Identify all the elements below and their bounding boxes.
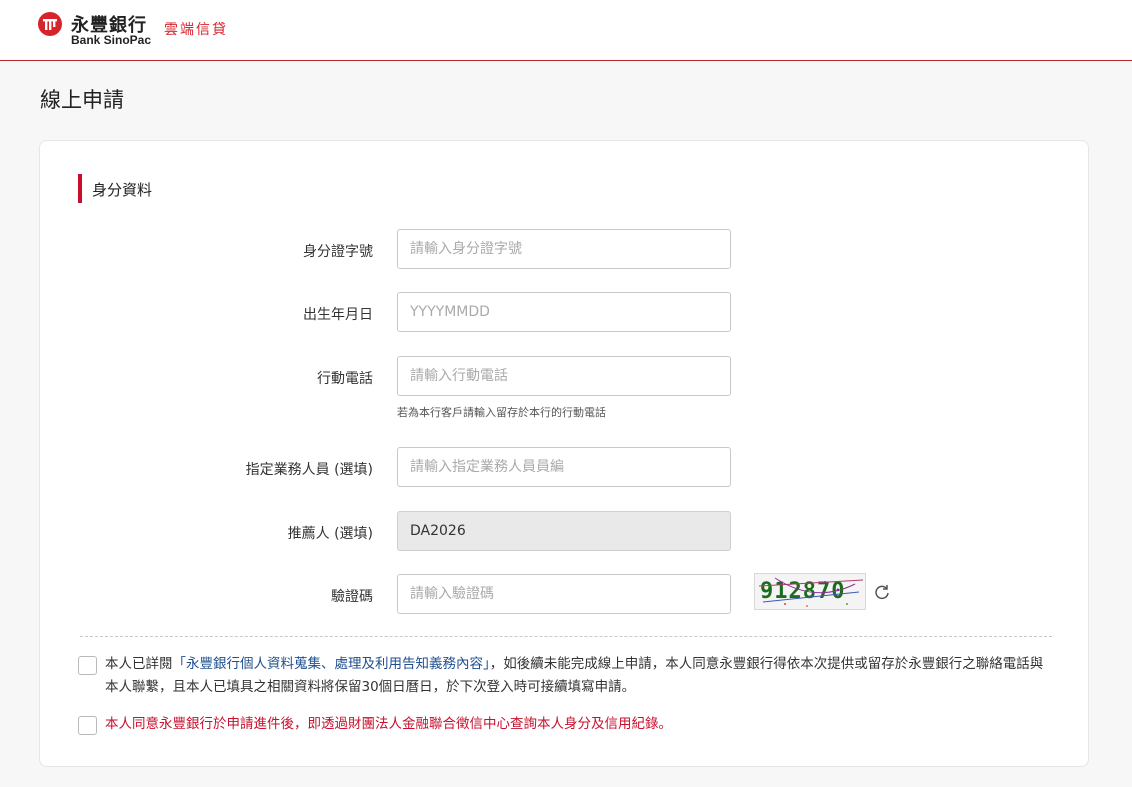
mobile-input[interactable] <box>397 356 731 396</box>
credit-check-consent-checkbox[interactable] <box>78 716 97 735</box>
captcha-image: 912870 <box>754 573 866 610</box>
captcha-input[interactable] <box>397 574 731 614</box>
application-form-card: 身分資料 身分證字號 出生年月日 行動電話 若為本行客戶請輸入留存於本行的行動電… <box>39 140 1089 767</box>
mobile-hint: 若為本行客戶請輸入留存於本行的行動電話 <box>397 406 606 419</box>
sales-rep-label: 指定業務人員 (選填) <box>245 462 373 478</box>
service-name: 雲端信貸 <box>164 22 228 38</box>
bank-logo-icon[interactable] <box>38 12 62 36</box>
birth-date-label: 出生年月日 <box>303 307 373 323</box>
site-header: 永豐銀行 Bank SinoPac 雲端信貸 <box>0 0 1132 61</box>
mobile-label: 行動電話 <box>317 371 373 387</box>
section-title: 身分資料 <box>92 181 153 199</box>
referrer-input <box>397 511 731 551</box>
privacy-consent-prefix: 本人已詳閱 <box>105 656 173 672</box>
privacy-consent-checkbox[interactable] <box>78 656 97 675</box>
id-number-label: 身分證字號 <box>303 244 373 260</box>
privacy-notice-link[interactable]: 「永豐銀行個人資料蒐集、處理及利用告知義務內容」 <box>173 656 490 672</box>
referrer-label: 推薦人 (選填) <box>287 526 373 542</box>
credit-check-consent-text: 本人同意永豐銀行於申請進件後，即透過財團法人金融聯合徵信中心查詢本人身分及信用紀… <box>105 716 672 732</box>
sales-rep-input[interactable] <box>397 447 731 487</box>
captcha-label: 驗證碼 <box>331 589 373 605</box>
privacy-consent-text: 本人已詳閱「永豐銀行個人資料蒐集、處理及利用告知義務內容」，如後續未能完成線上申… <box>105 653 1055 699</box>
page-title: 線上申請 <box>40 88 124 112</box>
birth-date-input[interactable] <box>397 292 731 332</box>
section-divider <box>80 636 1052 637</box>
refresh-icon[interactable] <box>873 583 891 601</box>
id-number-input[interactable] <box>397 229 731 269</box>
section-accent-bar <box>78 174 82 203</box>
brand-name-en[interactable]: Bank SinoPac <box>71 33 151 47</box>
